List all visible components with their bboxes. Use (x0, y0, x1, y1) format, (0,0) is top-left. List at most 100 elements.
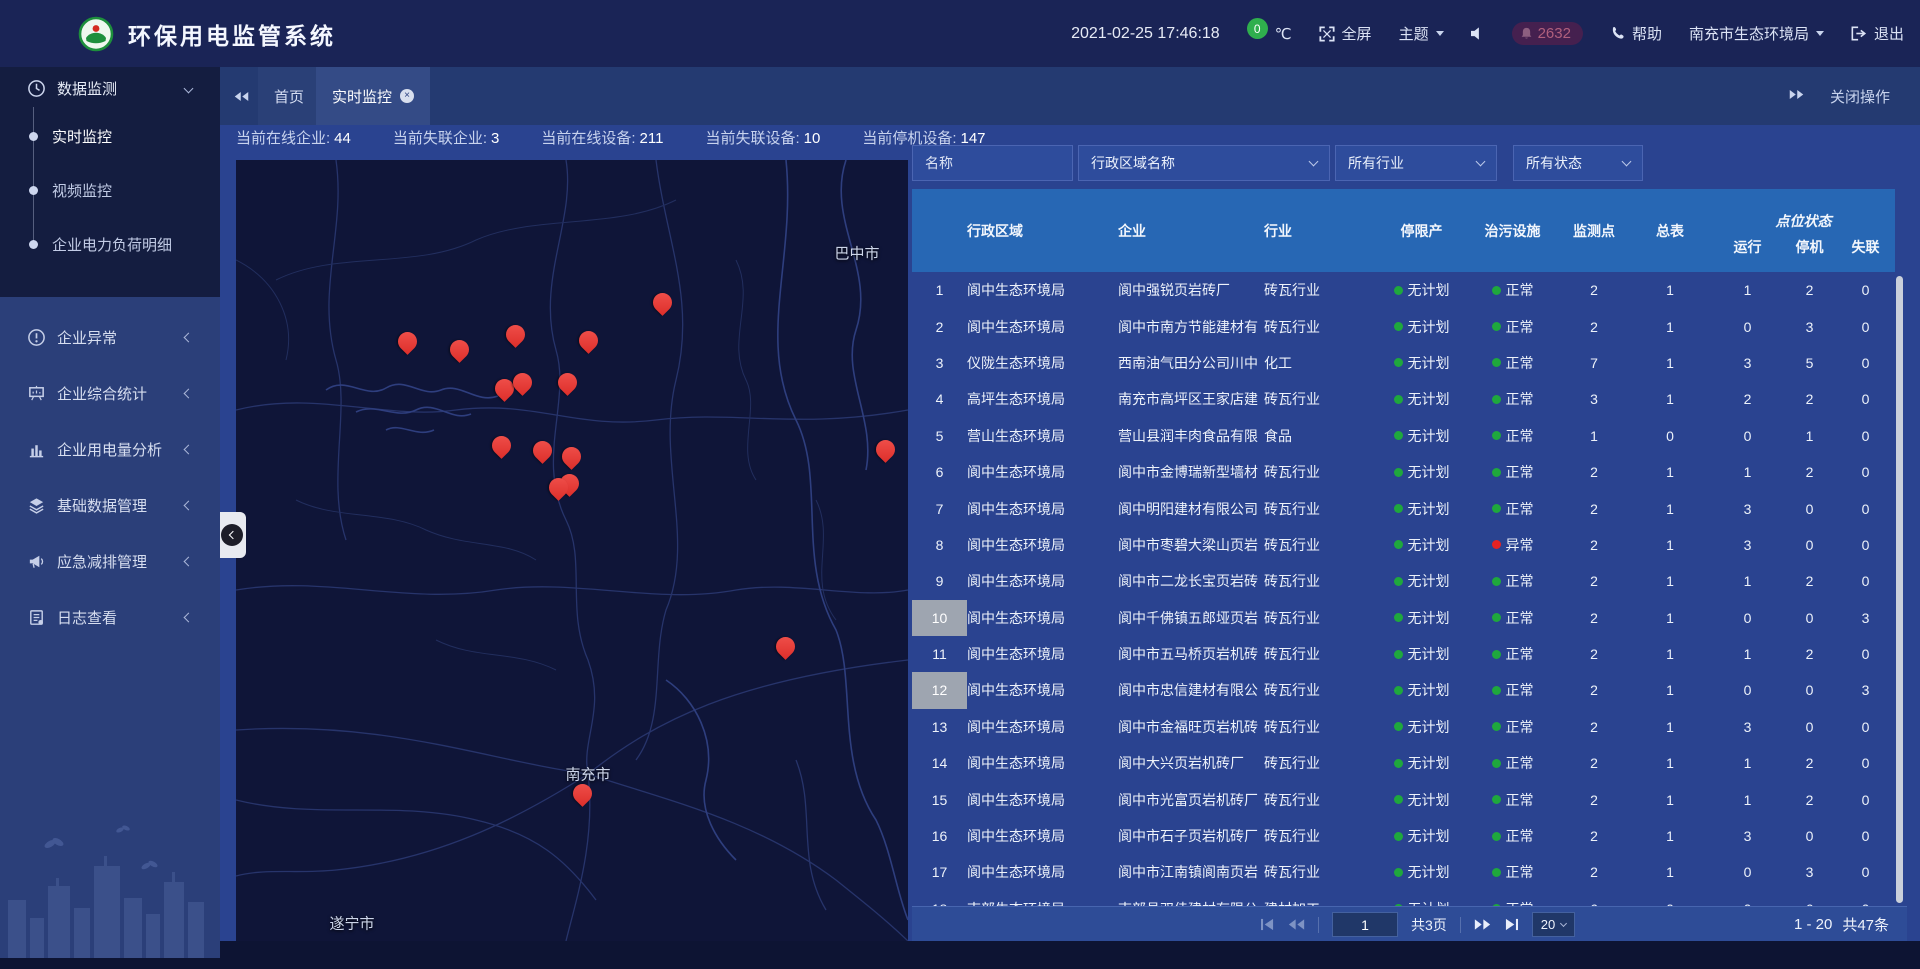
table-row[interactable]: 9 阆中生态环境局 阆中市二龙长宝页岩砖 砖瓦行业 无计划 正常 2 1 1 2… (912, 563, 1895, 599)
prev-page-button[interactable] (1288, 918, 1305, 931)
cell-limit-status: 无计划 (1378, 272, 1465, 308)
green-dot-icon (1394, 468, 1403, 477)
sidebar-subitem-2[interactable]: 企业电力负荷明细 (0, 217, 220, 271)
page-number-input[interactable] (1332, 912, 1398, 937)
sidebar-subitem-label: 实时监控 (52, 126, 112, 147)
sidebar-item-3[interactable]: 企业用电量分析 (0, 421, 220, 477)
cell-index: 15 (912, 781, 967, 817)
cell-offline: 0 (1836, 745, 1895, 781)
region-filter-select[interactable]: 行政区域名称 (1078, 145, 1330, 181)
page-size-select[interactable]: 20 (1532, 912, 1575, 937)
cell-industry: 砖瓦行业 (1262, 781, 1378, 817)
cell-points: 2 (1560, 600, 1628, 636)
green-dot-icon (1394, 795, 1403, 804)
table-row[interactable]: 6 阆中生态环境局 阆中市金博瑞新型墙材 砖瓦行业 无计划 正常 2 1 1 2… (912, 454, 1895, 490)
table-row[interactable]: 18 南部生态环境局 南部县双佳建材有限公 建材加工 无计划 正常 6 0 0 … (912, 891, 1895, 906)
cell-offline: 0 (1836, 527, 1895, 563)
close-operations-button[interactable]: 关闭操作 (1830, 86, 1890, 107)
table-row[interactable]: 4 高坪生态环境局 南充市高坪区王家店建 砖瓦行业 无计划 正常 3 1 2 2… (912, 381, 1895, 417)
sidebar-item-1[interactable]: 企业异常 (0, 309, 220, 365)
table-row[interactable]: 15 阆中生态环境局 阆中市光富页岩机砖厂 砖瓦行业 无计划 正常 2 1 1 … (912, 781, 1895, 817)
green-dot-icon (1492, 759, 1501, 768)
map-panel[interactable]: 巴中市南充市遂宁市 (236, 160, 908, 941)
cell-index: 5 (912, 418, 967, 454)
cell-industry: 砖瓦行业 (1262, 272, 1378, 308)
cell-running: 3 (1712, 490, 1783, 526)
last-page-button[interactable] (1504, 918, 1519, 931)
column-header-industry: 行业 (1262, 189, 1378, 272)
tab-scroll-left-button[interactable] (234, 67, 249, 125)
cell-facility-status: 正常 (1465, 490, 1560, 526)
log-icon (27, 608, 46, 627)
column-header-meters: 总表 (1628, 189, 1712, 272)
table-row[interactable]: 14 阆中生态环境局 阆中大兴页岩机砖厂 砖瓦行业 无计划 正常 2 1 1 2… (912, 745, 1895, 781)
theme-dropdown[interactable]: 主题 (1399, 23, 1444, 44)
table-row[interactable]: 7 阆中生态环境局 阆中明阳建材有限公司 砖瓦行业 无计划 正常 2 1 3 0… (912, 490, 1895, 526)
fullscreen-button[interactable]: 全屏 (1319, 23, 1372, 44)
next-page-button[interactable] (1474, 918, 1491, 931)
table-row[interactable]: 12 阆中生态环境局 阆中市忠信建材有限公 砖瓦行业 无计划 正常 2 1 0 … (912, 672, 1895, 708)
chevron-down-icon (1622, 157, 1632, 167)
sidebar-item-6[interactable]: 日志查看 (0, 589, 220, 645)
total-pages-label: 共3页 (1411, 915, 1447, 935)
header-datetime: 2021-02-25 17:46:18 (1071, 25, 1220, 43)
org-dropdown[interactable]: 南充市生态环境局 (1689, 23, 1824, 44)
table-row[interactable]: 5 营山生态环境局 营山县润丰肉食品有限 食品 无计划 正常 1 0 0 1 0 (912, 418, 1895, 454)
table-row[interactable]: 17 阆中生态环境局 阆中市江南镇阆南页岩 砖瓦行业 无计划 正常 2 1 0 … (912, 854, 1895, 890)
stat-item: 当前停机设备:147 (862, 127, 985, 148)
sidebar-item-label: 应急减排管理 (57, 551, 185, 572)
cell-limit-status: 无计划 (1378, 454, 1465, 490)
logout-button[interactable]: 退出 (1851, 23, 1904, 44)
industry-filter-select[interactable]: 所有行业 (1335, 145, 1497, 181)
sidebar-menu: 数据监测 实时监控 视频监控 企业电力负荷明细 企业异常 企业综合统计 企业用电… (0, 67, 220, 645)
table-row[interactable]: 1 阆中生态环境局 阆中强锐页岩砖厂 砖瓦行业 无计划 正常 2 1 1 2 0 (912, 272, 1895, 308)
red-dot-icon (1492, 540, 1501, 549)
table-row[interactable]: 8 阆中生态环境局 阆中市枣碧大梁山页岩 砖瓦行业 无计划 异常 2 1 3 0… (912, 527, 1895, 563)
table-row[interactable]: 13 阆中生态环境局 阆中市金福旺页岩机砖 砖瓦行业 无计划 正常 2 1 3 … (912, 709, 1895, 745)
bullet-dot-icon (29, 186, 38, 195)
sidebar-collapse-handle[interactable] (220, 512, 246, 558)
cell-running: 3 (1712, 818, 1783, 854)
cell-region: 阆中生态环境局 (967, 563, 1110, 599)
sidebar-subitem-1[interactable]: 视频监控 (0, 163, 220, 217)
table-scrollbar[interactable] (1896, 276, 1903, 903)
name-filter-input[interactable] (912, 145, 1073, 181)
gauge-icon (27, 79, 46, 98)
cell-limit-status: 无计划 (1378, 854, 1465, 890)
green-dot-icon (1394, 686, 1403, 695)
table-row[interactable]: 10 阆中生态环境局 阆中千佛镇五郎垭页岩 砖瓦行业 无计划 正常 2 1 0 … (912, 600, 1895, 636)
sidebar-item-2[interactable]: 企业综合统计 (0, 365, 220, 421)
cell-meters: 1 (1628, 490, 1712, 526)
cell-stopped: 2 (1783, 381, 1836, 417)
cell-running: 1 (1712, 636, 1783, 672)
close-icon[interactable]: × (400, 89, 414, 103)
cell-company: 南部县双佳建材有限公 (1110, 891, 1262, 906)
cell-region: 阆中生态环境局 (967, 600, 1110, 636)
green-dot-icon (1492, 795, 1501, 804)
mute-speaker-button[interactable] (1471, 27, 1485, 40)
help-button[interactable]: 帮助 (1610, 23, 1662, 44)
sidebar-item-0[interactable]: 数据监测 (0, 67, 220, 109)
table-row[interactable]: 11 阆中生态环境局 阆中市五马桥页岩机砖 砖瓦行业 无计划 正常 2 1 1 … (912, 636, 1895, 672)
status-filter-select[interactable]: 所有状态 (1513, 145, 1643, 181)
tab-realtime-monitor[interactable]: 实时监控 × (316, 67, 430, 125)
table-row[interactable]: 3 仪陇生态环境局 西南油气田分公司川中 化工 无计划 正常 7 1 3 5 0 (912, 345, 1895, 381)
first-page-button[interactable] (1260, 918, 1275, 931)
table-row[interactable]: 16 阆中生态环境局 阆中市石子页岩机砖厂 砖瓦行业 无计划 正常 2 1 3 … (912, 818, 1895, 854)
table-row[interactable]: 2 阆中生态环境局 阆中市南方节能建材有 砖瓦行业 无计划 正常 2 1 0 3… (912, 308, 1895, 344)
fullscreen-label: 全屏 (1342, 23, 1372, 44)
cell-running: 3 (1712, 709, 1783, 745)
green-dot-icon (1492, 832, 1501, 841)
cell-stopped: 2 (1783, 272, 1836, 308)
sidebar-item-5[interactable]: 应急减排管理 (0, 533, 220, 589)
tab-scroll-right-button[interactable] (1789, 88, 1804, 105)
map-city-label: 南充市 (565, 764, 610, 785)
stat-item: 当前在线设备:211 (541, 127, 663, 148)
sidebar-subitem-0[interactable]: 实时监控 (0, 109, 220, 163)
range-label: 1 - 20 (1794, 916, 1832, 933)
notification-counter[interactable]: 2632 (1512, 22, 1583, 45)
tab-home[interactable]: 首页 (258, 67, 320, 125)
chevron-left-icon (184, 444, 194, 454)
green-dot-icon (1394, 322, 1403, 331)
sidebar-item-4[interactable]: 基础数据管理 (0, 477, 220, 533)
